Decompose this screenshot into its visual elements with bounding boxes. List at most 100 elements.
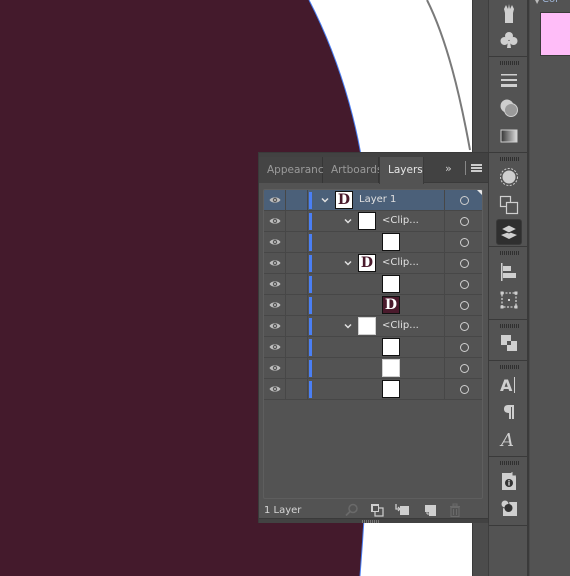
visibility-eye-icon[interactable]: [264, 232, 286, 252]
target-circle-icon[interactable]: [444, 316, 482, 336]
layer-list[interactable]: D Layer 1 <Clip... D <Clip... D <Clip...: [263, 189, 483, 499]
opentype-icon[interactable]: A: [496, 426, 522, 452]
layer-name[interactable]: <Clip...: [382, 253, 419, 273]
lock-toggle[interactable]: [286, 316, 308, 336]
selection-corner-indicator: [477, 190, 482, 197]
tab-overflow-icon[interactable]: ››: [445, 162, 452, 175]
symbol-sprayer-icon[interactable]: [496, 0, 522, 26]
group-grip[interactable]: [500, 365, 519, 369]
layer-name[interactable]: <Clip...: [382, 316, 419, 336]
collapse-caret-icon[interactable]: ▼: [534, 0, 540, 5]
panel-tab-bar: Appearance Artboards Layers ››: [259, 153, 488, 184]
create-sublayer-icon[interactable]: [395, 503, 409, 517]
visibility-eye-icon[interactable]: [264, 295, 286, 315]
fill-swatch[interactable]: [540, 12, 570, 56]
align-icon[interactable]: [496, 259, 522, 285]
target-circle-icon[interactable]: [444, 211, 482, 231]
visibility-eye-icon[interactable]: [264, 316, 286, 336]
layer-thumbnail: D: [358, 254, 376, 272]
group-row[interactable]: D <Clip...: [264, 253, 482, 274]
lock-toggle[interactable]: [286, 274, 308, 294]
target-circle-icon[interactable]: [444, 253, 482, 273]
tool-group-3: [489, 153, 528, 247]
stroke-icon[interactable]: [496, 67, 522, 93]
path-row[interactable]: [264, 274, 482, 295]
layer-color-bar: [309, 234, 312, 251]
layer-name[interactable]: <Clip...: [382, 211, 419, 231]
appearance-icon[interactable]: [496, 164, 522, 190]
tool-group-6: A A: [489, 361, 528, 457]
visibility-eye-icon[interactable]: [264, 253, 286, 273]
path-row[interactable]: [264, 358, 482, 379]
lock-toggle[interactable]: [286, 253, 308, 273]
layer-name[interactable]: Layer 1: [359, 190, 396, 210]
layer-thumbnail: [382, 275, 400, 293]
group-grip[interactable]: [500, 61, 519, 65]
symbols-icon[interactable]: [496, 27, 522, 53]
links-icon[interactable]: [496, 495, 522, 521]
lock-toggle[interactable]: [286, 190, 308, 210]
trash-icon[interactable]: [448, 503, 462, 517]
visibility-eye-icon[interactable]: [264, 274, 286, 294]
expand-chevron-icon[interactable]: [343, 216, 353, 226]
lock-toggle[interactable]: [286, 358, 308, 378]
target-circle-icon[interactable]: [444, 295, 482, 315]
path-row[interactable]: [264, 379, 482, 400]
layer-thumbnail: [382, 380, 400, 398]
tab-layers[interactable]: Layers: [379, 157, 424, 184]
expand-chevron-icon[interactable]: [343, 258, 353, 268]
resize-grip[interactable]: [362, 520, 380, 523]
group-row[interactable]: <Clip...: [264, 211, 482, 232]
transform-icon[interactable]: [496, 287, 522, 313]
lock-toggle[interactable]: [286, 337, 308, 357]
lock-toggle[interactable]: [286, 232, 308, 252]
visibility-eye-icon[interactable]: [264, 358, 286, 378]
layer-row[interactable]: D Layer 1: [264, 190, 482, 211]
target-circle-icon[interactable]: [444, 358, 482, 378]
transparency-icon[interactable]: [496, 95, 522, 121]
paragraph-icon[interactable]: [496, 399, 522, 425]
layer-thumbnail: [358, 317, 376, 335]
tool-group-4: [489, 247, 528, 320]
visibility-eye-icon[interactable]: [264, 337, 286, 357]
visibility-eye-icon[interactable]: [264, 211, 286, 231]
panel-footer: 1 Layer: [259, 503, 488, 519]
target-circle-icon[interactable]: [444, 337, 482, 357]
pathfinder-icon[interactable]: [496, 330, 522, 356]
group-grip[interactable]: [500, 461, 519, 465]
visibility-eye-icon[interactable]: [264, 379, 286, 399]
character-icon[interactable]: A: [496, 372, 522, 398]
path-row[interactable]: D: [264, 295, 482, 316]
document-info-icon[interactable]: [496, 468, 522, 494]
layer-color-bar: [309, 255, 312, 272]
layers-icon[interactable]: [496, 219, 522, 245]
expand-chevron-icon[interactable]: [320, 195, 330, 205]
layer-color-bar: [309, 339, 312, 356]
visibility-eye-icon[interactable]: [264, 190, 286, 210]
artboards-icon[interactable]: [496, 192, 522, 218]
tab-artboards[interactable]: Artboards: [323, 157, 382, 183]
tab-appearance[interactable]: Appearance: [259, 157, 330, 183]
panel-menu-icon[interactable]: [471, 164, 482, 172]
group-grip[interactable]: [500, 251, 519, 255]
panel-resize-bar[interactable]: [259, 518, 488, 523]
expand-chevron-icon[interactable]: [343, 321, 353, 331]
group-grip[interactable]: [500, 324, 519, 328]
new-layer-icon[interactable]: [423, 503, 437, 517]
lock-toggle[interactable]: [286, 295, 308, 315]
path-row[interactable]: [264, 337, 482, 358]
target-circle-icon[interactable]: [444, 232, 482, 252]
lock-toggle[interactable]: [286, 379, 308, 399]
group-grip[interactable]: [500, 157, 519, 161]
target-circle-icon[interactable]: [444, 274, 482, 294]
search-icon[interactable]: [345, 503, 359, 517]
tool-group-5: [489, 320, 528, 361]
layer-color-bar: [309, 192, 312, 209]
lock-toggle[interactable]: [286, 211, 308, 231]
group-row[interactable]: <Clip...: [264, 316, 482, 337]
gradient-icon[interactable]: [496, 123, 522, 149]
path-row[interactable]: [264, 232, 482, 253]
make-clipping-mask-icon[interactable]: [370, 503, 384, 517]
target-circle-icon[interactable]: [444, 379, 482, 399]
layer-thumbnail: [382, 359, 400, 377]
